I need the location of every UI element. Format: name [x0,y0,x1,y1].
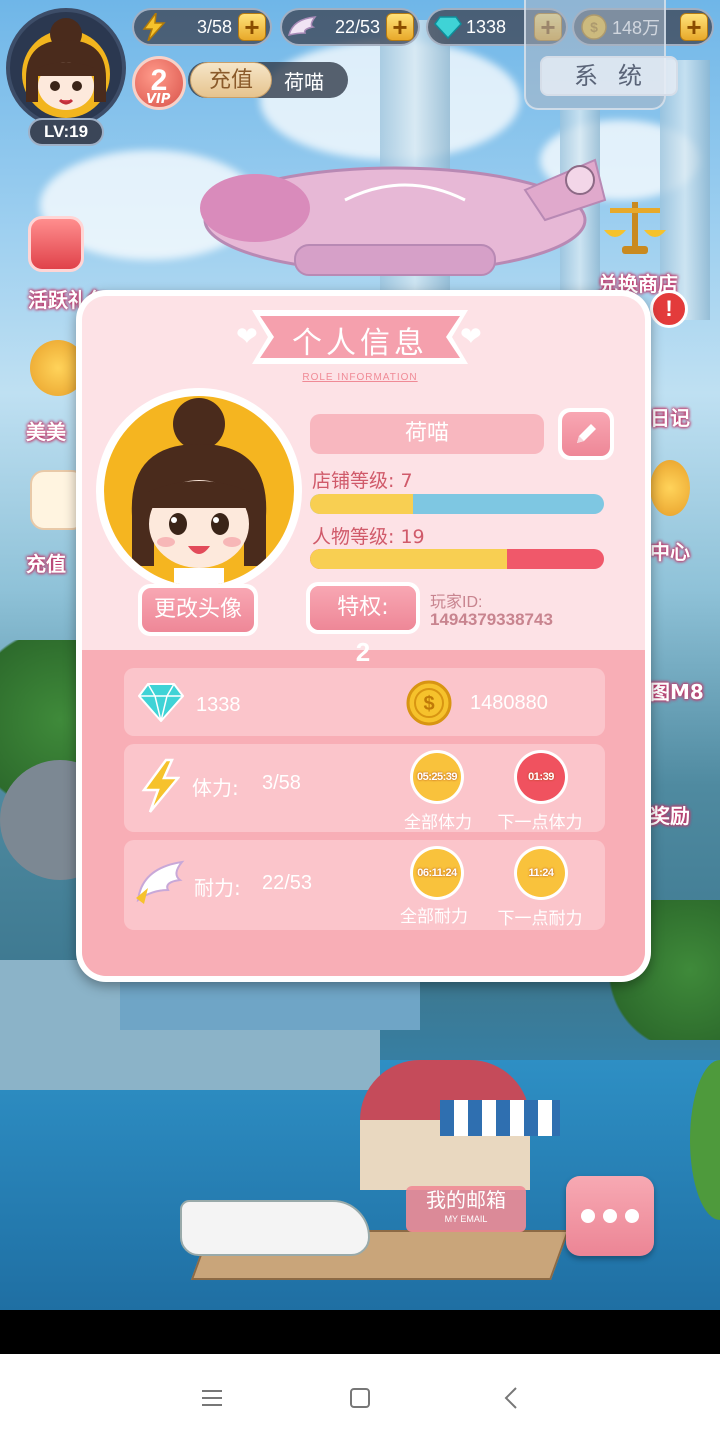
alert-badge-icon: ! [650,290,688,328]
system-button[interactable]: 系统 [540,56,678,96]
lightning-icon [141,758,180,813]
next-stamina-caption: 下一点体力 [497,813,583,833]
endurance-label: 耐力: [194,876,241,900]
endurance-pill: 22/53 + [280,8,420,46]
player-name-hud: 荷喵 [284,70,324,94]
player-avatar[interactable] [6,8,126,128]
add-gold-button[interactable]: + [680,13,708,41]
player-id-value: 1494379338743 [430,610,553,629]
center-label[interactable]: 中心 [650,536,690,565]
m8-label[interactable]: 图M8 [650,676,704,705]
full-stamina-caption: 全部体力 [404,813,472,833]
reward-label[interactable]: 奖励 [650,800,690,829]
add-endurance-button[interactable]: + [386,13,414,41]
pencil-icon [577,424,596,443]
girl-portrait-icon [131,398,267,586]
center-icon[interactable] [650,460,690,516]
gold-count: 1480880 [470,692,548,714]
lightning-icon [136,12,172,42]
stamina-pill: 3/58 + [132,8,272,46]
dot-icon [603,1209,617,1223]
girl-avatar-icon [22,18,110,118]
mailbox-label: 我的邮箱 [426,1188,506,1212]
shop-level-bar [310,494,604,514]
privilege-label: 特权: [310,586,416,630]
svg-text:$: $ [423,693,434,715]
add-stamina-button[interactable]: + [238,13,266,41]
diamond-count: 1338 [196,694,241,716]
more-button[interactable] [566,1176,654,1256]
diamond-icon [138,683,184,722]
dialog-title: 个人信息 [292,326,428,361]
profile-avatar[interactable] [96,388,302,594]
meimei-label[interactable]: 美美 [26,416,66,445]
scale-icon[interactable] [600,194,670,256]
back-icon[interactable] [490,1376,534,1420]
next-endurance-caption: 下一点耐力 [497,909,583,929]
shop-level-label: 店铺等级: 7 [312,470,413,492]
privilege-button[interactable]: 特权: 2 [306,582,420,667]
wing-icon [284,12,320,42]
edit-name-button[interactable] [558,408,614,460]
char-level-fill [310,549,507,569]
privilege-value: 2 [355,637,371,667]
player-name-field: 荷喵 [310,414,544,454]
full-endurance-timer: 06:11:24 [410,846,464,900]
dialog-subtitle: ROLE INFORMATION [302,372,418,383]
level-badge: LV:19 [28,118,104,146]
dot-icon [581,1209,595,1223]
next-endurance-time: 11:24 [517,849,565,897]
full-endurance-caption: 全部耐力 [400,907,468,927]
gift-box-icon[interactable] [28,216,84,272]
screen-bottom-band [0,1310,720,1354]
endurance-value: 22/53 [262,872,313,894]
mailbox-button[interactable]: 我的邮箱 MY EMAIL [406,1186,526,1232]
home-icon[interactable] [338,1376,382,1420]
char-level-label: 人物等级: 19 [312,526,425,548]
airship-illustration [200,158,607,276]
dot-icon [625,1209,639,1223]
endurance-value: 22/53 [334,16,380,37]
stamina-label: 体力: [192,776,239,800]
next-stamina-time: 01:39 [517,753,565,801]
next-endurance-timer: 11:24 [514,846,568,900]
player-id-label: 玩家ID: [430,594,483,611]
mailbox-sublabel: MY EMAIL [444,1214,488,1224]
stamina-value: 3/58 [196,16,232,37]
diary-label[interactable]: 日记 [650,402,690,431]
recharge-button[interactable]: 充值 [190,62,272,98]
full-stamina-time: 05:25:39 [413,753,461,801]
android-nav-bar [0,1354,720,1440]
wing-icon [136,860,185,904]
stamina-value: 3/58 [262,772,301,794]
full-endurance-time: 06:11:24 [413,849,461,897]
next-stamina-timer: 01:39 [514,750,568,804]
char-level-bar [310,549,604,569]
coin-icon: $ [406,680,452,726]
vip-label: VIP [146,92,171,107]
diamond-icon [430,12,466,42]
menu-icon[interactable] [190,1376,234,1420]
recharge-side-label[interactable]: 充值 [26,548,66,577]
full-stamina-timer: 05:25:39 [410,750,464,804]
change-avatar-button[interactable]: 更改头像 [138,584,258,636]
shop-level-fill [310,494,413,514]
change-avatar-label: 更改头像 [142,588,254,632]
